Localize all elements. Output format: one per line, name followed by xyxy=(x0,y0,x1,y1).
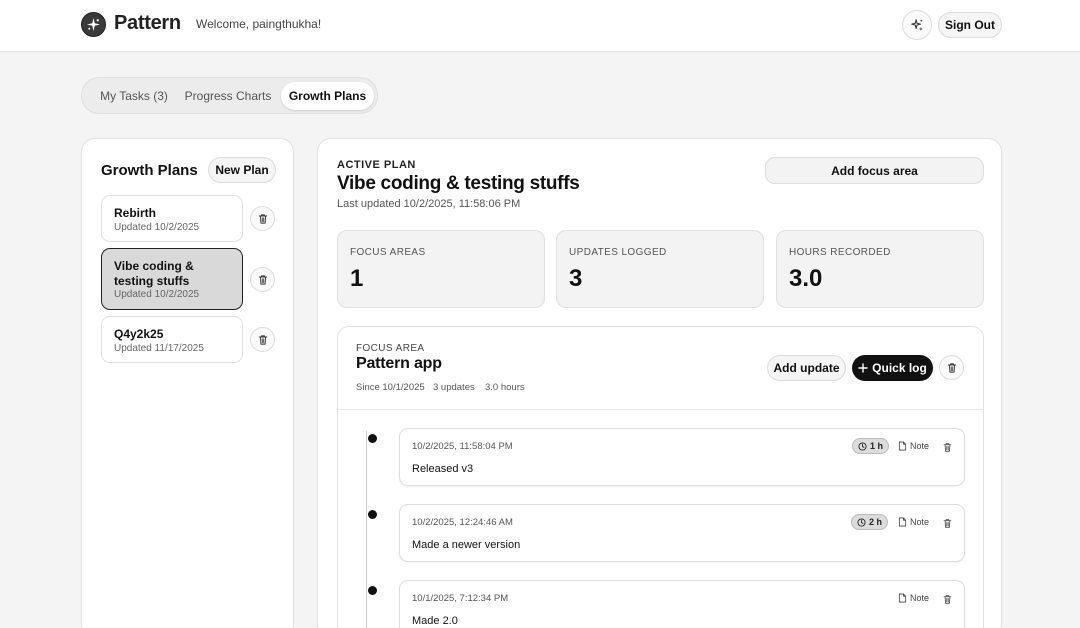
quick-log-label: Quick log xyxy=(872,361,927,375)
timeline-entry: 10/2/2025, 11:58:04 PM Released v3 1 h N… xyxy=(399,428,965,486)
plan-name: Q4y2k25 xyxy=(114,327,164,341)
panel-title: Growth Plans xyxy=(101,162,198,179)
stat-value: 3 xyxy=(569,265,583,292)
note-button[interactable]: Note xyxy=(898,517,929,527)
note-icon xyxy=(898,593,907,603)
trash-icon xyxy=(258,213,267,224)
plan-updated: Updated 10/2/2025 xyxy=(114,222,200,233)
sparkle-button[interactable] xyxy=(902,10,932,40)
entry-timestamp: 10/2/2025, 12:24:46 AM xyxy=(412,517,513,528)
focus-area-hours: 3.0 hours xyxy=(485,382,525,393)
trash-icon xyxy=(947,362,956,373)
brand-name: Pattern xyxy=(114,12,181,34)
timeline-entry: 10/2/2025, 12:24:46 AM Made a newer vers… xyxy=(399,504,965,562)
welcome-text: Welcome, paingthukha! xyxy=(196,17,322,31)
divider xyxy=(338,409,983,410)
timeline-line xyxy=(366,431,367,628)
note-button[interactable]: Note xyxy=(898,441,929,451)
clock-icon xyxy=(857,517,866,527)
hours-value: 1 h xyxy=(870,441,884,451)
note-icon xyxy=(898,441,907,451)
focus-area-label: FOCUS AREA xyxy=(356,343,425,354)
timeline-dot xyxy=(368,434,377,443)
trash-icon xyxy=(943,595,952,604)
entry-text: Made 2.0 xyxy=(412,615,458,627)
trash-icon xyxy=(258,274,267,285)
add-focus-area-button[interactable]: Add focus area xyxy=(765,157,984,184)
focus-area-title: Pattern app xyxy=(356,355,442,372)
plan-updated: Updated 11/17/2025 xyxy=(114,343,204,354)
note-label: Note xyxy=(910,593,930,603)
delete-plan-button[interactable] xyxy=(250,327,275,352)
stat-hours-recorded: HOURS RECORDED 3.0 xyxy=(776,230,984,308)
delete-focus-area-button[interactable] xyxy=(939,355,964,380)
sign-out-button[interactable]: Sign Out xyxy=(938,12,1002,38)
delete-entry-button[interactable] xyxy=(942,516,953,534)
timeline-dot xyxy=(368,586,377,595)
tab-growth-plans[interactable]: Growth Plans xyxy=(281,82,374,110)
sparkle-icon xyxy=(911,19,924,32)
active-plan-title: Vibe coding & testing stuffs xyxy=(337,173,580,194)
active-plan-panel: ACTIVE PLAN Vibe coding & testing stuffs… xyxy=(317,138,1002,628)
trash-icon xyxy=(258,334,267,345)
plan-name: Vibe coding & testing stuffs xyxy=(114,259,194,288)
plan-item-q4y2k25[interactable]: Q4y2k25 Updated 11/17/2025 xyxy=(101,316,243,363)
note-button[interactable]: Note xyxy=(898,593,929,603)
trash-icon xyxy=(943,519,952,528)
tab-my-tasks[interactable]: My Tasks (3) xyxy=(90,82,178,110)
timeline-entry: 10/1/2025, 7:12:34 PM Made 2.0 Note xyxy=(399,580,965,628)
quick-log-button[interactable]: Quick log xyxy=(852,355,933,381)
timeline-dot xyxy=(368,510,377,519)
app-header: Pattern Welcome, paingthukha! Sign Out xyxy=(0,0,1080,52)
note-label: Note xyxy=(910,441,930,451)
growth-plans-panel: Growth Plans New Plan Rebirth Updated 10… xyxy=(81,138,294,628)
logo-icon[interactable] xyxy=(81,12,106,37)
trash-icon xyxy=(943,443,952,452)
hours-badge: 2 h xyxy=(851,514,889,530)
stat-focus-areas: FOCUS AREAS 1 xyxy=(337,230,545,308)
focus-area-since: Since 10/1/2025 xyxy=(356,382,425,393)
delete-entry-button[interactable] xyxy=(942,440,953,458)
focus-area-updates: 3 updates xyxy=(433,382,475,393)
stat-value: 3.0 xyxy=(789,265,823,292)
plan-item-vibe-coding[interactable]: Vibe coding & testing stuffs Updated 10/… xyxy=(101,248,243,310)
entry-timestamp: 10/1/2025, 7:12:34 PM xyxy=(412,593,509,604)
note-icon xyxy=(898,517,907,527)
plan-updated: Updated 10/2/2025 xyxy=(114,289,200,300)
new-plan-button[interactable]: New Plan xyxy=(208,157,276,183)
last-updated-text: Last updated 10/2/2025, 11:58:06 PM xyxy=(337,198,521,210)
plus-icon xyxy=(858,363,868,373)
entry-timestamp: 10/2/2025, 11:58:04 PM xyxy=(412,441,513,452)
stat-label: HOURS RECORDED xyxy=(789,247,891,258)
stat-label: FOCUS AREAS xyxy=(350,247,426,258)
entry-text: Released v3 xyxy=(412,463,474,475)
active-plan-label: ACTIVE PLAN xyxy=(337,159,416,171)
main-tabs: My Tasks (3) Progress Charts Growth Plan… xyxy=(81,77,378,114)
add-update-button[interactable]: Add update xyxy=(767,355,846,381)
delete-entry-button[interactable] xyxy=(942,592,953,610)
hours-value: 2 h xyxy=(869,517,883,527)
stat-updates-logged: UPDATES LOGGED 3 xyxy=(556,230,764,308)
plan-item-rebirth[interactable]: Rebirth Updated 10/2/2025 xyxy=(101,195,243,242)
hours-badge: 1 h xyxy=(852,438,890,454)
note-label: Note xyxy=(910,517,930,527)
entry-text: Made a newer version xyxy=(412,539,521,551)
delete-plan-button[interactable] xyxy=(250,206,275,231)
clock-icon xyxy=(858,441,867,451)
focus-area-card: FOCUS AREA Pattern app Since 10/1/2025 3… xyxy=(337,326,984,628)
delete-plan-button[interactable] xyxy=(250,267,275,292)
plan-name: Rebirth xyxy=(114,206,156,220)
stat-value: 1 xyxy=(350,265,364,292)
stat-label: UPDATES LOGGED xyxy=(569,247,667,258)
tab-progress-charts[interactable]: Progress Charts xyxy=(180,82,276,110)
